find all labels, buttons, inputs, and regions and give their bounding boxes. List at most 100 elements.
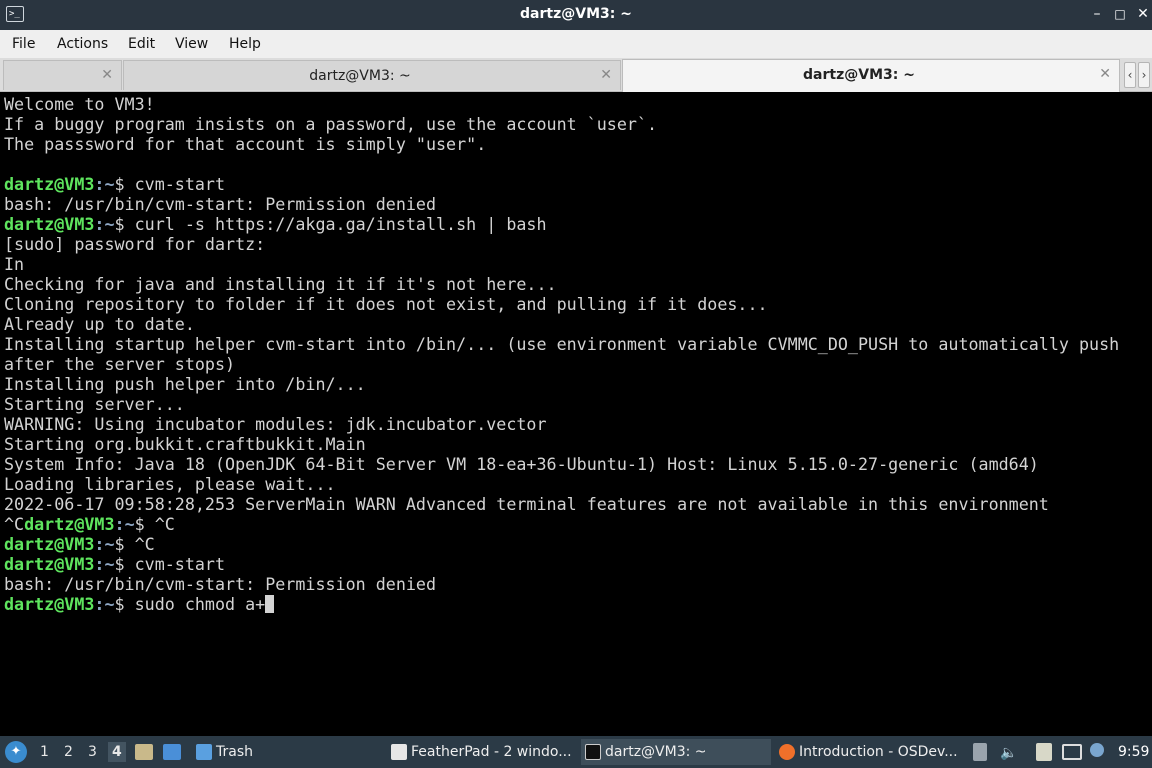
terminal-icon [585, 744, 601, 760]
tab-close-icon[interactable]: ✕ [600, 67, 612, 83]
task-label: FeatherPad - 2 windo... [411, 744, 572, 760]
prompt-path: ~ [104, 594, 115, 614]
terminal-line: 2022-06-17 09:58:28,253 ServerMain WARN … [4, 494, 1049, 514]
maximize-button[interactable]: □ [1111, 5, 1129, 23]
terminal-line: Already up to date. [4, 314, 195, 334]
terminal-line: If a buggy program insists on a password… [4, 114, 658, 134]
terminal-line: WARNING: Using incubator modules: jdk.in… [4, 414, 547, 434]
prompt-separator: : [94, 554, 105, 574]
firefox-icon [779, 744, 795, 760]
prompt-separator: : [114, 514, 125, 534]
menu-view[interactable]: View [175, 36, 208, 52]
terminal-line: dartz@VM3:~$ ^C [4, 534, 1152, 554]
task-featherpad[interactable]: FeatherPad - 2 windo... [387, 739, 577, 765]
terminal-line: Loading libraries, please wait... [4, 474, 336, 494]
menu-help[interactable]: Help [229, 36, 261, 52]
prompt-user: dartz@VM3 [4, 554, 95, 574]
terminal-line: Checking for java and installing it if i… [4, 274, 557, 294]
workspace-2[interactable]: 2 [64, 744, 73, 760]
terminal-output[interactable]: Welcome to VM3! If a buggy program insist… [0, 93, 1152, 736]
volume-icon[interactable]: 🔈 [1000, 745, 1017, 761]
start-menu-icon[interactable]: ✦ [5, 741, 27, 763]
command-text: $ cvm-start [114, 554, 226, 574]
prompt-separator: : [94, 594, 105, 614]
command-text: $ ^C [114, 534, 155, 554]
prompt-user: dartz@VM3 [4, 174, 95, 194]
command-text: $ ^C [134, 514, 175, 534]
menu-bar: File Actions Edit View Help [0, 30, 1152, 58]
task-terminal[interactable]: dartz@VM3: ~ [581, 739, 771, 765]
workspace-3[interactable]: 3 [88, 744, 97, 760]
prompt-path: ~ [104, 534, 115, 554]
terminal-line: In [4, 254, 25, 274]
prompt-path: ~ [124, 514, 135, 534]
info-icon[interactable] [1090, 743, 1104, 757]
task-label: Introduction - OSDev... [799, 744, 958, 760]
tab-bar: ✕ dartz@VM3: ~ ✕ dartz@VM3: ~ ✕ [0, 58, 1152, 92]
terminal-line: dartz@VM3:~$ curl -s https://akga.ga/ins… [4, 214, 1152, 234]
tab-scroll-right-icon[interactable]: › [1138, 62, 1150, 88]
terminal-line: Welcome to VM3! [4, 94, 155, 114]
terminal-line: ^Cdartz@VM3:~$ ^C [4, 514, 1152, 534]
trash-launcher[interactable]: Trash [192, 739, 262, 765]
minimize-button[interactable]: – [1088, 5, 1106, 23]
tab-3-active[interactable]: dartz@VM3: ~ ✕ [622, 59, 1120, 92]
prompt-user: dartz@VM3 [4, 594, 95, 614]
prompt-separator: : [94, 174, 105, 194]
terminal-line: after the server stops) [4, 354, 236, 374]
menu-edit[interactable]: Edit [128, 36, 155, 52]
tab-close-icon[interactable]: ✕ [101, 67, 113, 83]
close-window-button[interactable]: ✕ [1134, 5, 1152, 23]
task-firefox[interactable]: Introduction - OSDev... [775, 739, 965, 765]
terminal-line: The passsword for that account is simply… [4, 134, 487, 154]
clock[interactable]: 9:59 [1118, 744, 1149, 760]
command-text: $ sudo chmod a+ [114, 594, 266, 614]
window-titlebar: >_ dartz@VM3: ~ – □ ✕ [0, 0, 1152, 30]
prompt-user: dartz@VM3 [4, 214, 95, 234]
terminal-line: Starting server... [4, 394, 185, 414]
tab-label: dartz@VM3: ~ [803, 67, 915, 83]
terminal-line: Installing startup helper cvm-start into… [4, 334, 1120, 354]
text-cursor [265, 595, 275, 613]
prompt-separator: : [94, 214, 105, 234]
prompt-path: ~ [104, 554, 115, 574]
window-title: dartz@VM3: ~ [520, 6, 632, 22]
terminal-line: dartz@VM3:~$ cvm-start [4, 174, 1152, 194]
menu-actions[interactable]: Actions [57, 36, 108, 52]
terminal-line: dartz@VM3:~$ cvm-start [4, 554, 1152, 574]
terminal-line: Starting org.bukkit.craftbukkit.Main [4, 434, 366, 454]
file-manager-icon[interactable] [135, 744, 153, 760]
tab-2[interactable]: dartz@VM3: ~ ✕ [123, 60, 621, 90]
terminal-line: [sudo] password for dartz: [4, 234, 266, 254]
command-text: $ curl -s https://akga.ga/install.sh | b… [114, 214, 547, 234]
terminal-line: bash: /usr/bin/cvm-start: Permission den… [4, 574, 437, 594]
show-desktop-icon[interactable] [163, 744, 181, 760]
tab-close-icon[interactable]: ✕ [1099, 66, 1111, 82]
prompt-user: dartz@VM3 [4, 534, 95, 554]
tab-scroll-left-icon[interactable]: ‹ [1124, 62, 1136, 88]
terminal-line: Installing push helper into /bin/... [4, 374, 366, 394]
terminal-line: bash: /usr/bin/cvm-start: Permission den… [4, 194, 437, 214]
prompt-path: ~ [104, 174, 115, 194]
monitor-icon[interactable] [1062, 744, 1082, 760]
prompt-separator: : [94, 534, 105, 554]
command-text: $ cvm-start [114, 174, 226, 194]
menu-file[interactable]: File [12, 36, 35, 52]
terminal-line: System Info: Java 18 (OpenJDK 64-Bit Ser… [4, 454, 1039, 474]
task-label: dartz@VM3: ~ [605, 744, 707, 760]
tab-1[interactable]: ✕ [3, 60, 122, 90]
trash-icon [196, 744, 212, 760]
terminal-line: Cloning repository to folder if it does … [4, 294, 768, 314]
tab-label: dartz@VM3: ~ [309, 68, 411, 84]
featherpad-icon [391, 744, 407, 760]
notes-icon[interactable] [1036, 743, 1052, 761]
clipboard-icon[interactable] [973, 743, 987, 761]
prompt-path: ~ [104, 214, 115, 234]
workspace-1[interactable]: 1 [40, 744, 49, 760]
terminal-line: dartz@VM3:~$ sudo chmod a+ [4, 594, 1152, 614]
prompt-prefix: ^C [4, 514, 25, 534]
taskbar: ✦ 1 2 3 4 Trash FeatherPad - 2 windo... … [0, 736, 1152, 768]
prompt-user: dartz@VM3 [24, 514, 115, 534]
workspace-4[interactable]: 4 [108, 742, 126, 762]
